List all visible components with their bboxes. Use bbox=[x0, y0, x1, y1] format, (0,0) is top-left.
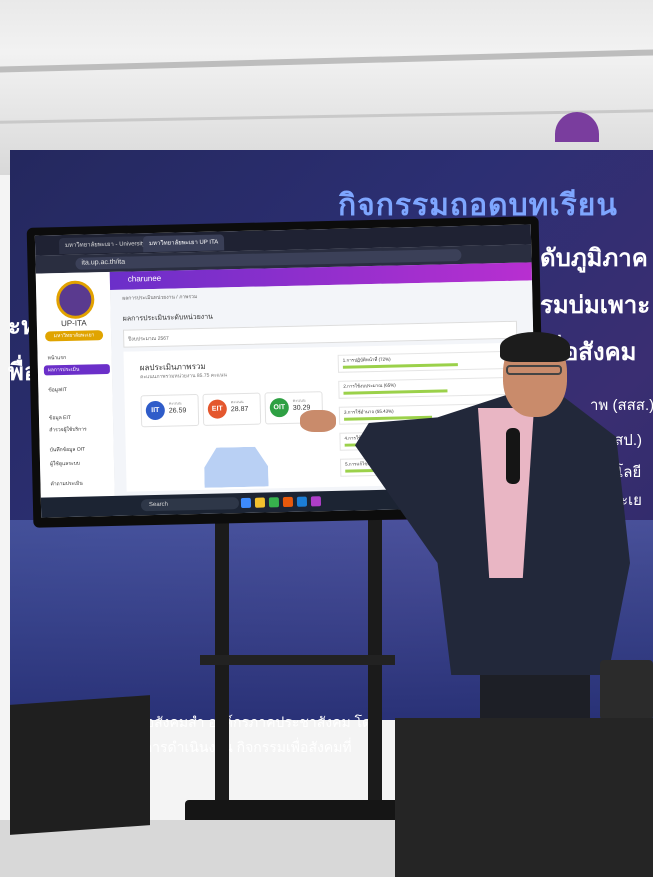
app-icon[interactable] bbox=[310, 496, 322, 507]
browser-tab[interactable]: มหาวิทยาลัยพะเยา UP ITA bbox=[142, 234, 225, 253]
chair bbox=[600, 660, 653, 720]
glasses bbox=[506, 365, 562, 375]
sidebar-item-admin[interactable]: ผู้ใช้ดูแลระบบ bbox=[46, 458, 112, 469]
banner-bottom-line: ยอดการดำเนินงาน กิจกรรมเพื่อสังคมที่ bbox=[118, 739, 352, 755]
table bbox=[395, 718, 653, 877]
kpi-badge: IIT bbox=[145, 400, 166, 421]
kpi-iit[interactable]: IIT คะแนน 26.59 bbox=[140, 393, 200, 428]
university-logo-icon bbox=[55, 280, 95, 320]
pointing-hand bbox=[300, 410, 336, 432]
kpi-label: คะแนน bbox=[168, 400, 182, 406]
score-bar-label: 2.การใช้งบประมาณ (65%) bbox=[343, 382, 396, 389]
score-bar-fill bbox=[342, 363, 458, 369]
sidebar-item-results[interactable]: ผลการประเมิน bbox=[43, 363, 110, 376]
sidebar-item-questions[interactable]: คำถามประเมิน bbox=[46, 478, 112, 489]
breadcrumb[interactable]: ผลการประเมินหน่วยงาน / ภาพรวม bbox=[122, 293, 197, 303]
sidebar-item-eit[interactable]: ข้อมูล EIT bbox=[45, 412, 111, 423]
app-sidebar: UP-ITA มหาวิทยาลัยพะเยา หน้าแรก ผลการประ… bbox=[35, 271, 116, 498]
folder-icon[interactable] bbox=[254, 497, 266, 508]
sidebar-item-iit[interactable]: ข้อมูลIIT bbox=[44, 384, 110, 395]
app-icon[interactable] bbox=[240, 497, 252, 509]
table bbox=[10, 695, 150, 835]
score-bar-row: 1.การปฏิบัติหน้าที่ (72%) bbox=[337, 350, 512, 373]
sidebar-item-home[interactable]: หน้าแรก bbox=[44, 352, 110, 363]
sidebar-item-oit[interactable]: บันทึกข้อมูล OIT bbox=[46, 444, 112, 455]
banner-line: รมบ่มเพาะ bbox=[540, 292, 651, 319]
banner-line: ดับภูมิภาค bbox=[540, 245, 648, 272]
score-bar-label: 1.การปฏิบัติหน้าที่ (72%) bbox=[342, 356, 391, 363]
tv-stand-pole bbox=[368, 515, 382, 815]
tv-stand-shelf bbox=[200, 655, 395, 665]
sidebar-item-survey[interactable]: สำรวจผู้ใช้บริการ bbox=[45, 424, 111, 435]
kpi-label: คะแนน bbox=[292, 397, 306, 403]
org-pill[interactable]: มหาวิทยาลัยพะเยา bbox=[45, 330, 104, 342]
banner-org: าพ (สสส.) bbox=[590, 397, 653, 414]
kpi-eit[interactable]: EIT คะแนน 28.87 bbox=[202, 392, 262, 426]
kpi-label: คะแนน bbox=[230, 398, 244, 405]
score-bar-fill bbox=[343, 389, 448, 395]
microphone-icon bbox=[506, 428, 520, 484]
banner-bottom-line: กิจเพื่อสังคมสำ องค์กรภาคประชาสังคม โดย bbox=[115, 714, 380, 730]
tv-stand-pole bbox=[215, 515, 229, 815]
kpi-value: 26.59 bbox=[168, 407, 187, 415]
photo-scene: กิจกรรมถอดบทเรียน ดับภูมิภาค รมบ่มเพาะ พ… bbox=[0, 0, 653, 877]
kpi-value: 28.87 bbox=[230, 405, 249, 414]
score-bar-row: 2.การใช้งบประมาณ (65%) bbox=[338, 376, 513, 399]
app-icon[interactable] bbox=[282, 496, 294, 508]
kpi-badge: OIT bbox=[269, 397, 290, 418]
person-hair bbox=[500, 332, 570, 362]
radar-chart bbox=[204, 446, 269, 487]
taskbar-search[interactable]: Search bbox=[140, 497, 240, 512]
ceiling bbox=[0, 0, 653, 175]
page-title: ผลการประเมินระดับหน่วยงาน bbox=[122, 313, 213, 323]
filter-label: ปีงบประมาณ 2567 bbox=[128, 335, 169, 343]
user-name[interactable]: charunee bbox=[128, 274, 162, 284]
kpi-badge: EIT bbox=[207, 399, 228, 419]
app-icon[interactable] bbox=[296, 496, 308, 507]
score-bar-label: 3.การใช้อำนาจ (55.43%) bbox=[343, 408, 394, 415]
app-icon[interactable] bbox=[268, 497, 280, 508]
card-subtitle: คะแนนภาพรวมหน่วยงาน 85.75 คะแนน bbox=[140, 372, 227, 381]
app-name: UP-ITA bbox=[60, 318, 87, 329]
